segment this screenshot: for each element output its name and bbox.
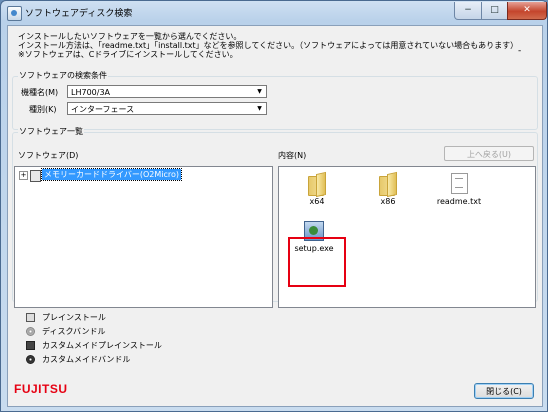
chevron-down-icon[interactable]: ▼ <box>254 86 265 97</box>
group-label: ソフトウェア一覧 <box>18 127 84 137</box>
intro-line: インストール方法は、「readme.txt」「install.txt」などを参照… <box>18 41 519 50</box>
folder-icon <box>379 173 397 196</box>
preinstall-icon <box>26 313 35 322</box>
legend-label: ディスクバンドル <box>42 327 106 336</box>
type-label: 種別(K) <box>29 105 57 114</box>
folder-icon <box>308 173 326 196</box>
intro-text: インストールしたいソフトウェアを一覧から選んでください。 インストール方法は、「… <box>18 32 518 59</box>
disc-search-icon <box>7 6 22 21</box>
legend-label: カスタムメイドバンドル <box>42 355 131 364</box>
model-label: 機種名(M) <box>21 88 59 97</box>
file-name: readme.txt <box>436 197 482 206</box>
type-value: インターフェース <box>71 105 135 114</box>
fujitsu-logo: FUJITSU <box>14 382 68 396</box>
model-value: LH700/3A <box>71 88 110 97</box>
disc-bundle-icon <box>26 327 35 336</box>
tree-item-label[interactable]: メモリーカードドライバー(O2Micro) <box>41 168 182 181</box>
file-item[interactable]: x86 <box>364 173 412 206</box>
type-select[interactable]: インターフェース ▼ <box>67 102 267 115</box>
legend-label: カスタムメイドプレインストール <box>42 341 162 350</box>
intro-line: ※ソフトウェアは、Cドライブにインストールしてください。 <box>18 50 238 59</box>
chevron-down-icon[interactable]: ▼ <box>254 103 265 114</box>
text-file-icon <box>450 173 468 194</box>
intro-line: インストールしたいソフトウェアを一覧から選んでください。 <box>18 32 242 41</box>
title-bar[interactable]: ソフトウェアディスク検索 − □ ✕ <box>1 1 547 25</box>
legend-label: プレインストール <box>42 313 106 322</box>
model-select[interactable]: LH700/3A ▼ <box>67 85 267 98</box>
expand-icon[interactable]: + <box>19 171 28 180</box>
minimize-button[interactable]: − <box>454 2 482 20</box>
custom-preinstall-icon <box>26 341 35 350</box>
file-item[interactable]: readme.txt <box>435 173 483 206</box>
close-window-button[interactable]: ✕ <box>507 2 547 20</box>
window-title: ソフトウェアディスク検索 <box>25 9 133 19</box>
file-name: x64 <box>309 197 325 206</box>
software-tree[interactable]: + メモリーカードドライバー(O2Micro) <box>14 166 273 308</box>
client-area: インストールしたいソフトウェアを一覧から選んでください。 インストール方法は、「… <box>7 25 543 407</box>
close-button[interactable]: 閉じる(C) <box>474 383 534 399</box>
search-conditions-group: ソフトウェアの検索条件 機種名(M) LH700/3A ▼ 種別(K) インター… <box>12 71 538 130</box>
maximize-button[interactable]: □ <box>481 2 508 20</box>
custom-bundle-icon <box>26 355 35 364</box>
up-button[interactable]: 上へ戻る(U) <box>444 146 534 161</box>
preinstall-icon <box>30 170 41 182</box>
software-pane-label: ソフトウェア(D) <box>18 151 79 160</box>
app-window: ソフトウェアディスク検索 − □ ✕ インストールしたいソフトウェアを一覧から選… <box>0 0 548 412</box>
dash-mark: - <box>518 46 522 56</box>
content-pane-label: 内容(N) <box>278 151 307 160</box>
highlight-box <box>288 237 346 287</box>
file-name: x86 <box>380 197 396 206</box>
file-item[interactable]: x64 <box>293 173 341 206</box>
group-label: ソフトウェアの検索条件 <box>18 71 108 81</box>
